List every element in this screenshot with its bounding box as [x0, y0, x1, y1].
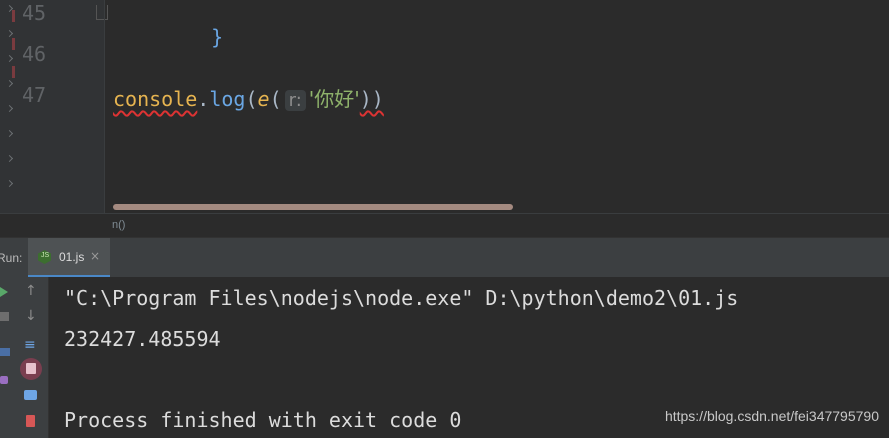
- closing-brace: }: [211, 25, 224, 49]
- line-number: 47: [22, 83, 47, 107]
- horizontal-scrollbar[interactable]: [113, 204, 513, 210]
- nodejs-icon: JS: [38, 250, 51, 264]
- code-token-dot: .: [197, 87, 210, 111]
- code-token-paren: (: [245, 87, 258, 111]
- rerun-icon[interactable]: [0, 287, 8, 297]
- parameter-hint: r:: [284, 90, 306, 111]
- run-tab-01js[interactable]: JS 01.js ×: [28, 238, 110, 278]
- arrow-up-icon[interactable]: ↑: [25, 283, 37, 299]
- close-icon[interactable]: ×: [90, 249, 100, 263]
- gutter-separator: [104, 0, 105, 213]
- soft-wrap-icon[interactable]: ≡: [24, 337, 36, 353]
- layout-icon[interactable]: [0, 348, 10, 356]
- code-line-45[interactable]: }: [163, 1, 223, 73]
- line-number: 45: [22, 1, 47, 25]
- editor-left-strip: [0, 0, 16, 213]
- console-line-result: 232427.485594: [64, 327, 221, 351]
- code-token-paren: (: [269, 87, 282, 111]
- code-token-function-e: e: [257, 87, 270, 111]
- code-token-console: console: [113, 87, 198, 111]
- code-line-47[interactable]: console.log(e(r: '你好')): [113, 83, 384, 112]
- breadcrumb-bar: n(): [0, 213, 889, 238]
- trash-icon[interactable]: [26, 415, 35, 427]
- run-label: Run:: [0, 251, 23, 265]
- code-editor[interactable]: 45 46 47 } console.log(e(r: '你好')): [0, 0, 889, 213]
- run-tool-window-header: Run: JS 01.js ×: [0, 237, 889, 278]
- tab-label: 01.js: [59, 250, 85, 264]
- arrow-down-icon[interactable]: ↓: [25, 308, 37, 324]
- print-icon[interactable]: [24, 390, 37, 400]
- code-token-close-parens: )): [359, 87, 384, 111]
- stop-icon[interactable]: [0, 312, 9, 321]
- fold-marker-icon[interactable]: [96, 5, 108, 20]
- code-token-log: log: [209, 87, 246, 111]
- pin-icon[interactable]: [0, 376, 8, 384]
- scroll-to-end-icon[interactable]: [20, 358, 42, 380]
- breadcrumb[interactable]: n(): [112, 219, 125, 231]
- watermark: https://blog.csdn.net/fei347795790: [664, 408, 879, 424]
- error-stripe: [12, 10, 15, 94]
- code-token-string: '你好': [308, 87, 360, 111]
- console-line-command: "C:\Program Files\nodejs\node.exe" D:\py…: [64, 286, 739, 310]
- line-number: 46: [22, 42, 47, 66]
- run-toolbar-primary: [0, 277, 14, 438]
- console-line-exit: Process finished with exit code 0: [64, 408, 462, 432]
